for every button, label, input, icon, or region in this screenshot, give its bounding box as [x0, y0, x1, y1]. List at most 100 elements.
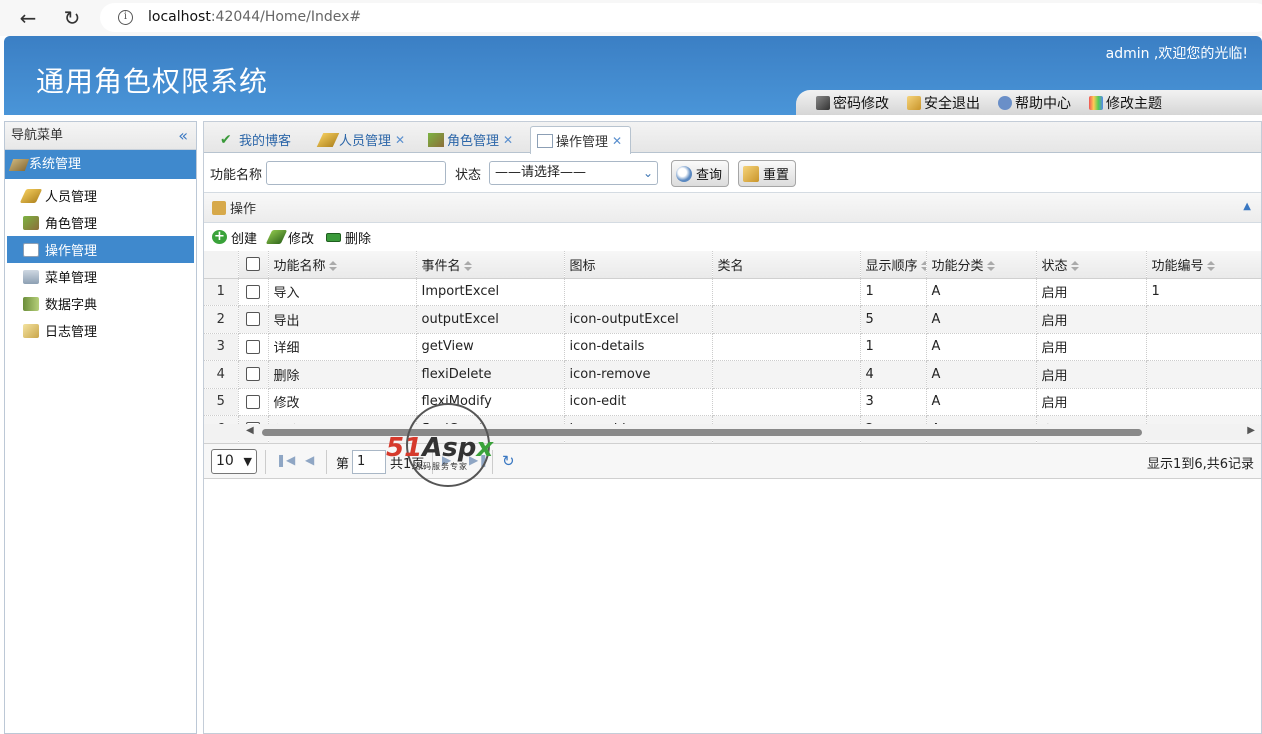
pagination-bar: 10 ▼ ❚◀ ◀ 第 1 共1页 ▶ ▶❚ ↻ 显示1到6,共6记录 — [204, 443, 1261, 479]
rownum-header — [204, 251, 239, 279]
reset-button[interactable]: 重置 — [738, 160, 797, 187]
change-theme-link[interactable]: 修改主题 — [1089, 93, 1162, 113]
tools-icon — [428, 132, 444, 147]
row-checkbox[interactable] — [246, 367, 260, 382]
checkmark-icon: ✔ — [220, 131, 232, 148]
column-header[interactable]: 功能分类 — [926, 251, 1037, 279]
sort-icon — [986, 261, 995, 272]
windows-icon — [23, 242, 39, 257]
horizontal-scrollbar[interactable]: ◀ ▶ — [204, 424, 1261, 440]
help-icon — [998, 95, 1012, 110]
sidebar-item-logs[interactable]: 日志管理 — [7, 317, 194, 344]
row-number: 2 — [204, 305, 239, 334]
prev-page-icon[interactable]: ◀ — [305, 453, 314, 467]
data-grid: 功能名称 事件名 图标 类名 显示顺序 功能分类 状态 功能编号 1 导入 Impo… — [204, 251, 1261, 443]
divider — [432, 450, 433, 474]
page-size-select[interactable]: 10 ▼ — [211, 449, 257, 474]
sidebar-item-dictionary[interactable]: 数据字典 — [7, 290, 194, 317]
panel-title: 操作 — [230, 202, 257, 217]
column-header[interactable]: 类名 — [712, 251, 861, 279]
app-header: 通用角色权限系统 admin ,欢迎您的光临! 密码修改 安全退出 帮助中心 修… — [4, 36, 1262, 115]
sort-icon — [1070, 261, 1079, 272]
close-icon[interactable]: ✕ — [395, 133, 405, 147]
sidebar-title: 导航菜单 — [11, 128, 64, 143]
table-row[interactable]: 4 删除 flexiDelete icon-remove 4 A 启用 — [204, 360, 1261, 389]
name-search-input[interactable] — [266, 161, 446, 185]
scroll-left-icon[interactable]: ◀ — [246, 425, 254, 436]
pencil-icon — [19, 188, 43, 203]
cell-order: 5 — [860, 305, 927, 334]
last-page-icon[interactable]: ▶❚ — [469, 453, 488, 467]
table-row[interactable]: 5 修改 flexiModify icon-edit 3 A 启用 — [204, 388, 1261, 416]
row-select-cell — [238, 278, 269, 306]
row-select-cell — [238, 360, 269, 389]
row-checkbox[interactable] — [246, 284, 260, 299]
create-button[interactable]: + 创建 — [212, 228, 257, 247]
row-number: 5 — [204, 388, 239, 416]
column-header[interactable]: 图标 — [564, 251, 713, 279]
column-header[interactable]: 功能名称 — [268, 251, 417, 279]
pagination-info: 显示1到6,共6记录 — [1147, 457, 1254, 472]
column-header[interactable]: 事件名 — [416, 251, 565, 279]
sidebar-item-menus[interactable]: 菜单管理 — [7, 263, 194, 290]
status-select[interactable]: ——请选择—— ⌄ — [489, 161, 658, 185]
row-checkbox[interactable] — [246, 312, 260, 327]
tab-roles[interactable]: 角色管理 ✕ — [422, 126, 521, 153]
chevron-down-icon: ▼ — [243, 455, 252, 468]
sidebar-item-users[interactable]: 人员管理 — [7, 182, 194, 209]
tab-operations[interactable]: 操作管理 ✕ — [530, 126, 632, 154]
next-page-icon[interactable]: ▶ — [442, 453, 451, 467]
close-icon[interactable]: ✕ — [503, 133, 513, 147]
query-button[interactable]: 查询 — [671, 160, 730, 187]
main-content: ✔ 我的博客 人员管理 ✕ 角色管理 ✕ 操作管理 ✕ 功能名称 状态 ——请选… — [203, 121, 1262, 734]
page-number-input[interactable]: 1 — [352, 450, 386, 474]
select-all-checkbox[interactable] — [246, 257, 260, 272]
logout-link[interactable]: 安全退出 — [907, 93, 980, 113]
close-icon[interactable]: ✕ — [612, 134, 622, 148]
refresh-icon[interactable]: ↻ — [502, 452, 515, 470]
column-header[interactable]: 显示顺序 — [860, 251, 927, 279]
collapse-up-icon[interactable]: ▲ — [1243, 201, 1251, 212]
change-password-link[interactable]: 密码修改 — [816, 93, 889, 113]
first-page-icon[interactable]: ❚◀ — [276, 453, 295, 467]
cell-code: 1 — [1146, 278, 1261, 306]
search-icon — [676, 165, 692, 182]
address-bar[interactable]: i localhost:42044/Home/Index# — [100, 3, 1262, 32]
page-prefix: 第 — [336, 457, 350, 472]
sidebar-item-operations[interactable]: 操作管理 — [7, 236, 194, 263]
column-header[interactable]: 状态 — [1036, 251, 1147, 279]
table-row[interactable]: 1 导入 ImportExcel 1 A 启用 1 — [204, 278, 1261, 306]
column-header[interactable]: 功能编号 — [1146, 251, 1261, 279]
sidebar-item-roles[interactable]: 角色管理 — [7, 209, 194, 236]
cell-name: 导出 — [268, 305, 417, 334]
sidebar-group-system[interactable]: 系统管理 — [5, 150, 196, 179]
table-row[interactable]: 3 详细 getView icon-details 1 A 启用 — [204, 333, 1261, 361]
scrollbar-thumb[interactable] — [262, 429, 1142, 436]
cell-class — [712, 278, 861, 306]
cell-name: 删除 — [268, 360, 417, 389]
row-checkbox[interactable] — [246, 394, 260, 409]
edit-button[interactable]: 修改 — [265, 228, 314, 247]
cell-event: ImportExcel — [416, 278, 565, 306]
info-icon[interactable]: i — [118, 10, 133, 25]
table-row[interactable]: 2 导出 outputExcel icon-outputExcel 5 A 启用 — [204, 305, 1261, 334]
tab-my-blog[interactable]: ✔ 我的博客 — [214, 126, 299, 153]
cell-category: A — [926, 333, 1037, 361]
back-arrow-icon[interactable]: ← — [16, 6, 40, 30]
cell-order: 1 — [860, 278, 927, 306]
undo-arrow-icon — [743, 165, 759, 182]
pencil-icon — [316, 132, 340, 147]
help-link[interactable]: 帮助中心 — [998, 93, 1071, 113]
cell-class — [712, 305, 861, 334]
sort-icon — [920, 261, 925, 272]
windows-icon — [537, 133, 553, 148]
reload-icon[interactable]: ↻ — [60, 6, 84, 30]
delete-button[interactable]: 删除 — [326, 228, 371, 247]
cell-icon: icon-details — [564, 333, 713, 361]
header-toolbar: 密码修改 安全退出 帮助中心 修改主题 — [796, 90, 1262, 115]
collapse-double-left-icon[interactable]: « — [178, 122, 188, 149]
tab-users[interactable]: 人员管理 ✕ — [314, 126, 413, 153]
row-checkbox[interactable] — [246, 339, 260, 354]
scroll-right-icon[interactable]: ▶ — [1247, 425, 1255, 436]
divider — [265, 450, 266, 474]
